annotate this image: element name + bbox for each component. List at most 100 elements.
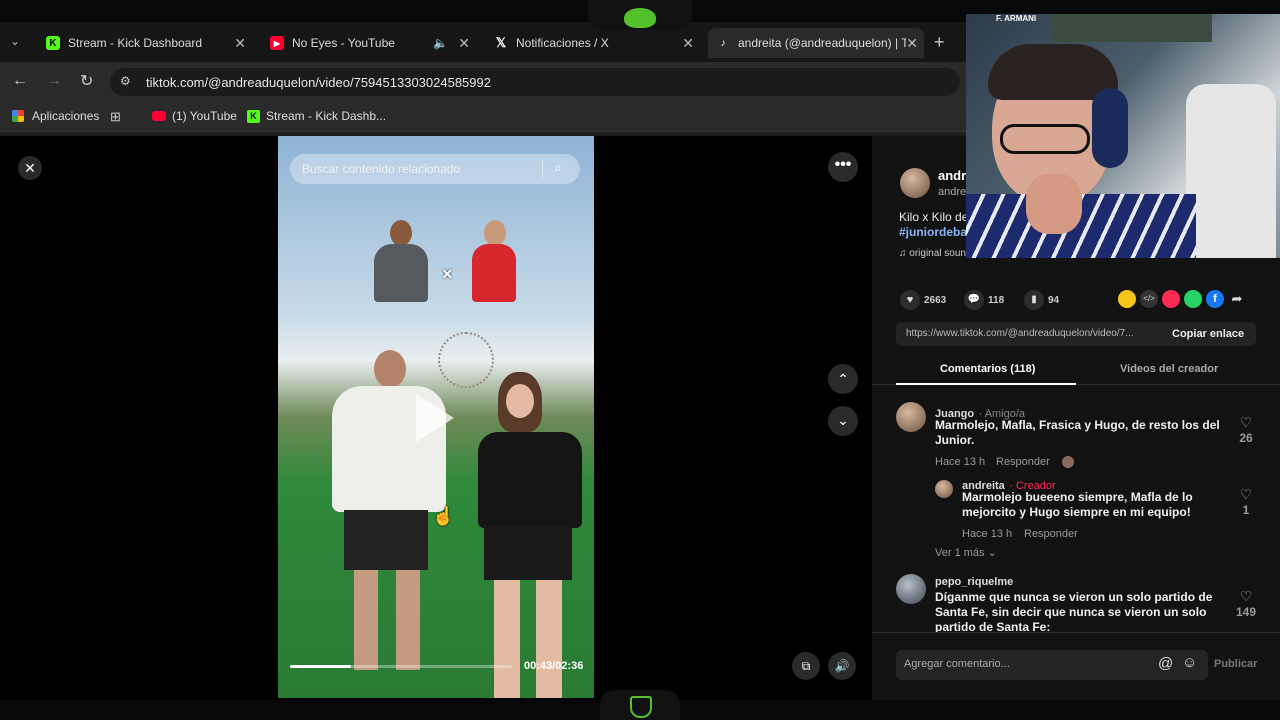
new-tab-icon[interactable]: +	[934, 32, 945, 53]
reply-button[interactable]: Responder	[996, 456, 1050, 468]
tab-bar: ⌄ K Stream - Kick Dashboard ✕ ▶ No Eyes …	[0, 22, 966, 62]
poster-label: F. ARMANI	[996, 14, 1037, 23]
search-icon[interactable]: ⌕	[554, 159, 562, 176]
bookmark-label: Aplicaciones	[32, 109, 100, 123]
tab-tiktok[interactable]: ♪ andreita (@andreaduquelon) | T ✕	[708, 28, 924, 58]
close-tab-icon[interactable]: ✕	[458, 35, 470, 52]
creator-username[interactable]: andr	[938, 168, 966, 183]
video-progress-track[interactable]	[290, 665, 512, 668]
comment-like-button[interactable]: ♡ 1	[1234, 486, 1258, 517]
video-player[interactable]: Buscar contenido relacionado ⌕ × 00:43/0…	[278, 136, 594, 698]
tab-label: Stream - Kick Dashboard	[68, 36, 203, 50]
previous-video-button[interactable]: ⌃	[828, 364, 858, 394]
grid-icon: ⊞	[110, 109, 121, 124]
comment-placeholder: Agregar comentario...	[904, 658, 1010, 670]
comment-time: Hace 13 h	[962, 528, 1013, 540]
music-note-icon: ♫	[899, 248, 907, 259]
reload-icon[interactable]: ↻	[80, 71, 93, 91]
heart-icon: ♥	[900, 290, 920, 310]
emoji-icon[interactable]: ☺	[1182, 654, 1197, 671]
avatar[interactable]	[896, 574, 926, 604]
video-time: 00:43/02:36	[524, 660, 584, 672]
apps-grid-icon	[12, 110, 24, 122]
comment-like-button[interactable]: ♡ 26	[1234, 414, 1258, 445]
avatar[interactable]	[935, 480, 953, 498]
copy-link-row: https://www.tiktok.com/@andreaduquelon/v…	[896, 322, 1256, 346]
copy-link-button[interactable]: Copiar enlace	[1172, 328, 1244, 340]
close-video-button[interactable]: ✕	[18, 156, 42, 180]
related-search-input[interactable]: Buscar contenido relacionado ⌕	[290, 154, 580, 184]
avatar[interactable]	[896, 402, 926, 432]
comment-box-divider	[872, 632, 1280, 633]
player-photo-right	[470, 220, 520, 302]
tab-search-icon[interactable]: ⌄	[10, 34, 20, 48]
logo-glasses-icon	[624, 8, 656, 28]
reply-button[interactable]: Responder	[1024, 528, 1078, 540]
speaker-icon[interactable]: 🔈	[433, 36, 448, 50]
next-video-button[interactable]: ⌄	[828, 406, 858, 436]
more-options-icon[interactable]: •••	[828, 152, 858, 182]
kick-icon: K	[46, 36, 60, 50]
post-hashtag[interactable]: #juniordeba	[899, 225, 967, 239]
comment-author-name[interactable]: pepo_riquelme	[935, 576, 1013, 588]
tiktok-icon: ♪	[720, 37, 726, 49]
site-settings-icon[interactable]: ⚙	[120, 74, 131, 88]
creator-liked-icon	[1062, 456, 1074, 468]
tab-creator-videos[interactable]: Videos del creador	[1120, 363, 1218, 375]
comment-likes: 149	[1235, 605, 1257, 619]
tab-label: Notificaciones / X	[516, 36, 609, 50]
comment-icon: 💬	[964, 290, 984, 310]
url-text: tiktok.com/@andreaduquelon/video/7594513…	[146, 75, 491, 90]
headset	[1092, 88, 1128, 168]
send-to-friends-icon[interactable]	[1162, 290, 1180, 308]
share-arrow-icon[interactable]: ➦	[1228, 290, 1246, 308]
like-button[interactable]: ♥ 2663	[900, 290, 946, 310]
whatsapp-icon[interactable]	[1184, 290, 1202, 308]
coin-icon[interactable]	[1118, 290, 1136, 308]
bookmark-kick[interactable]: K Stream - Kick Dashb...	[247, 109, 386, 123]
tab-comments[interactable]: Comentarios (118)	[940, 363, 1035, 375]
search-divider	[542, 160, 543, 178]
comment-like-button[interactable]: ♡ 149	[1234, 588, 1258, 619]
comment-count-button[interactable]: 💬 118	[964, 290, 1004, 310]
webcam-overlay: F. ARMANI	[966, 14, 1280, 258]
close-tab-icon[interactable]: ✕	[234, 35, 246, 52]
view-more-label: Ver 1 más	[935, 547, 985, 559]
chevron-down-icon: ⌄	[987, 547, 997, 559]
close-tab-icon[interactable]: ✕	[682, 35, 694, 52]
bookmark-apps[interactable]: Aplicaciones	[12, 109, 99, 123]
bookmark-grid[interactable]: ⊞	[110, 109, 121, 125]
comment-input[interactable]: Agregar comentario... @ ☺	[896, 650, 1208, 680]
comments-list: Juango · Amigo/a Marmolejo, Mafla, Frasi…	[872, 392, 1280, 632]
bookmark-youtube[interactable]: (1) YouTube	[152, 109, 237, 123]
facebook-icon[interactable]: f	[1206, 290, 1224, 308]
mouse-pointer-icon: ☝	[432, 506, 455, 526]
comment-text: Marmolejo, Mafla, Frasica y Hugo, de res…	[935, 418, 1220, 447]
chair	[1186, 84, 1276, 258]
creator-avatar[interactable]	[900, 168, 930, 198]
search-placeholder: Buscar contenido relacionado	[302, 162, 461, 176]
save-button[interactable]: ▮ 94	[1024, 290, 1059, 310]
publish-button[interactable]: Publicar	[1214, 658, 1257, 670]
bookmark-label: (1) YouTube	[172, 109, 237, 123]
back-icon[interactable]: ←	[12, 72, 28, 90]
pip-icon[interactable]: ⧉	[792, 652, 820, 680]
embed-icon[interactable]: </>	[1140, 290, 1158, 308]
creator-handle: andre	[938, 186, 967, 198]
tab-label: andreita (@andreaduquelon) | T	[738, 36, 909, 50]
tab-kick-dashboard[interactable]: K Stream - Kick Dashboard ✕	[38, 28, 252, 58]
tab-youtube[interactable]: ▶ No Eyes - YouTube 🔈 ✕	[262, 28, 476, 58]
address-bar[interactable]: ⚙ tiktok.com/@andreaduquelon/video/75945…	[110, 68, 960, 96]
play-icon[interactable]	[416, 394, 454, 442]
mention-icon[interactable]: @	[1158, 655, 1173, 672]
comments-count: 118	[988, 294, 1005, 306]
volume-icon[interactable]: 🔊	[828, 652, 856, 680]
comment-text: Marmolejo bueeeno siempre, Mafla de lo m…	[962, 490, 1193, 519]
comment-likes: 1	[1242, 503, 1250, 517]
active-tab-indicator	[896, 383, 1076, 385]
browser-window: ⌄ K Stream - Kick Dashboard ✕ ▶ No Eyes …	[0, 22, 966, 700]
close-tab-icon[interactable]: ✕	[906, 34, 918, 52]
tab-x-notifications[interactable]: 𝕏 Notificaciones / X ✕	[486, 28, 700, 58]
forward-icon[interactable]: →	[46, 72, 62, 90]
view-more-replies[interactable]: Ver 1 más ⌄	[935, 546, 997, 559]
